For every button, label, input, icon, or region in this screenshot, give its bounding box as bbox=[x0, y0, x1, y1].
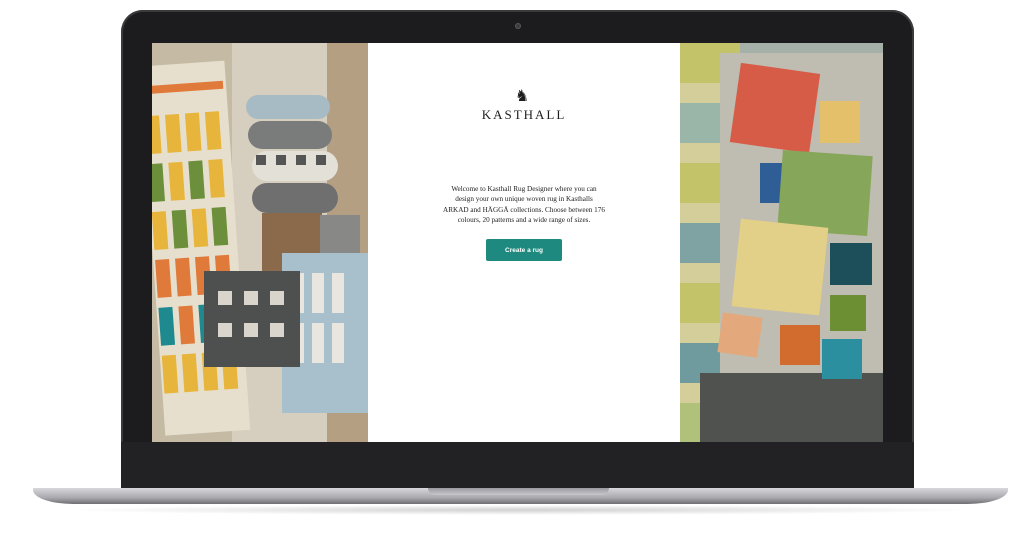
screen: ♞ KASTHALL Welcome to Kasthall Rug Desig… bbox=[152, 43, 883, 442]
laptop-notch bbox=[428, 488, 609, 495]
create-rug-button[interactable]: Create a rug bbox=[486, 239, 562, 261]
camera-icon bbox=[515, 23, 521, 29]
right-rug-photo bbox=[680, 43, 883, 442]
brand-logo: KASTHALL bbox=[481, 107, 567, 122]
lion-crest-icon: ♞ bbox=[514, 86, 530, 105]
left-rug-illustration bbox=[152, 43, 368, 442]
left-rug-photo bbox=[152, 43, 368, 442]
welcome-panel: ♞ KASTHALL Welcome to Kasthall Rug Desig… bbox=[368, 43, 680, 442]
laptop-shadow bbox=[60, 505, 980, 515]
laptop-bottom-bezel bbox=[121, 442, 914, 493]
right-rug-illustration bbox=[680, 43, 883, 442]
welcome-text: Welcome to Kasthall Rug Designer where y… bbox=[443, 185, 605, 225]
